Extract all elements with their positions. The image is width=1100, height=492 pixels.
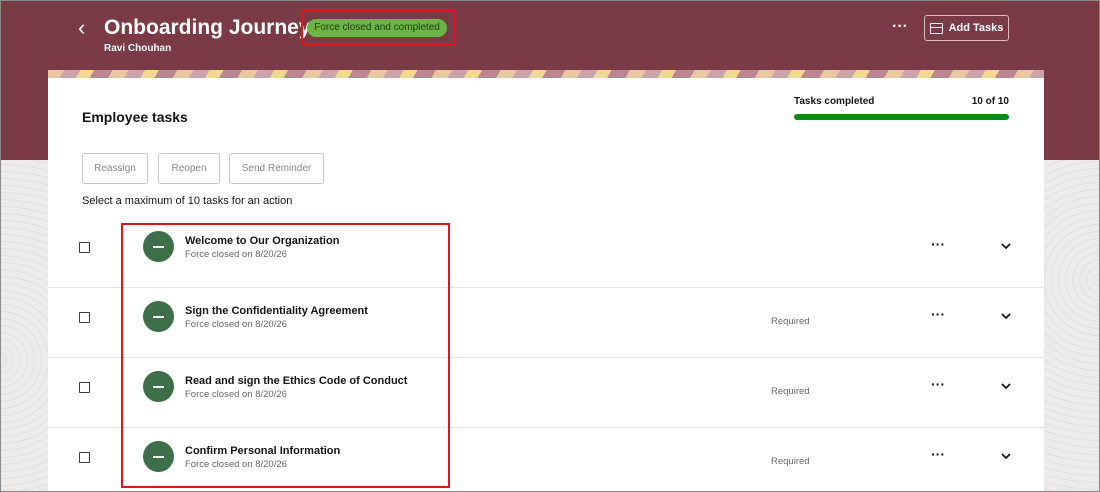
add-tasks-label: Add Tasks	[948, 22, 1004, 34]
chevron-down-icon[interactable]	[998, 238, 1014, 254]
chevron-down-icon[interactable]	[998, 308, 1014, 324]
chevron-down-icon[interactable]	[998, 448, 1014, 464]
more-horizontal-icon[interactable]: ···	[890, 18, 910, 38]
task-required-label: Required	[771, 456, 810, 467]
chevron-down-icon[interactable]	[998, 378, 1014, 394]
more-horizontal-icon[interactable]: ···	[928, 237, 948, 253]
task-checkbox[interactable]	[79, 382, 90, 393]
background-texture-right	[1044, 160, 1100, 492]
task-checkbox[interactable]	[79, 452, 90, 463]
background-texture-left	[0, 160, 48, 492]
decorative-pattern	[48, 70, 1044, 78]
task-required-label: Required	[771, 386, 810, 397]
highlight-box-tasks	[121, 223, 450, 488]
progress-bar	[794, 114, 1009, 120]
progress-count: 10 of 10	[971, 96, 1009, 107]
employee-name: Ravi Chouhan	[104, 43, 172, 54]
progress-label: Tasks completed	[794, 96, 875, 107]
send-reminder-button[interactable]: Send Reminder	[229, 153, 324, 184]
task-checkbox[interactable]	[79, 242, 90, 253]
tasks-panel: Employee tasks Tasks completed 10 of 10 …	[48, 78, 1044, 492]
add-tasks-icon	[929, 22, 943, 34]
add-tasks-button[interactable]: Add Tasks	[924, 15, 1009, 41]
section-title: Employee tasks	[82, 109, 188, 125]
task-required-label: Required	[771, 316, 810, 327]
highlight-box-status	[301, 10, 456, 45]
more-horizontal-icon[interactable]: ···	[928, 447, 948, 463]
more-horizontal-icon[interactable]: ···	[928, 377, 948, 393]
selection-hint: Select a maximum of 10 tasks for an acti…	[82, 195, 293, 207]
reopen-button[interactable]: Reopen	[158, 153, 220, 184]
progress-bar-fill	[794, 114, 1009, 120]
task-checkbox[interactable]	[79, 312, 90, 323]
page-title: Onboarding Journey	[104, 16, 311, 39]
reassign-button[interactable]: Reassign	[82, 153, 148, 184]
more-horizontal-icon[interactable]: ···	[928, 307, 948, 323]
chevron-left-icon[interactable]: ‹	[78, 16, 98, 40]
